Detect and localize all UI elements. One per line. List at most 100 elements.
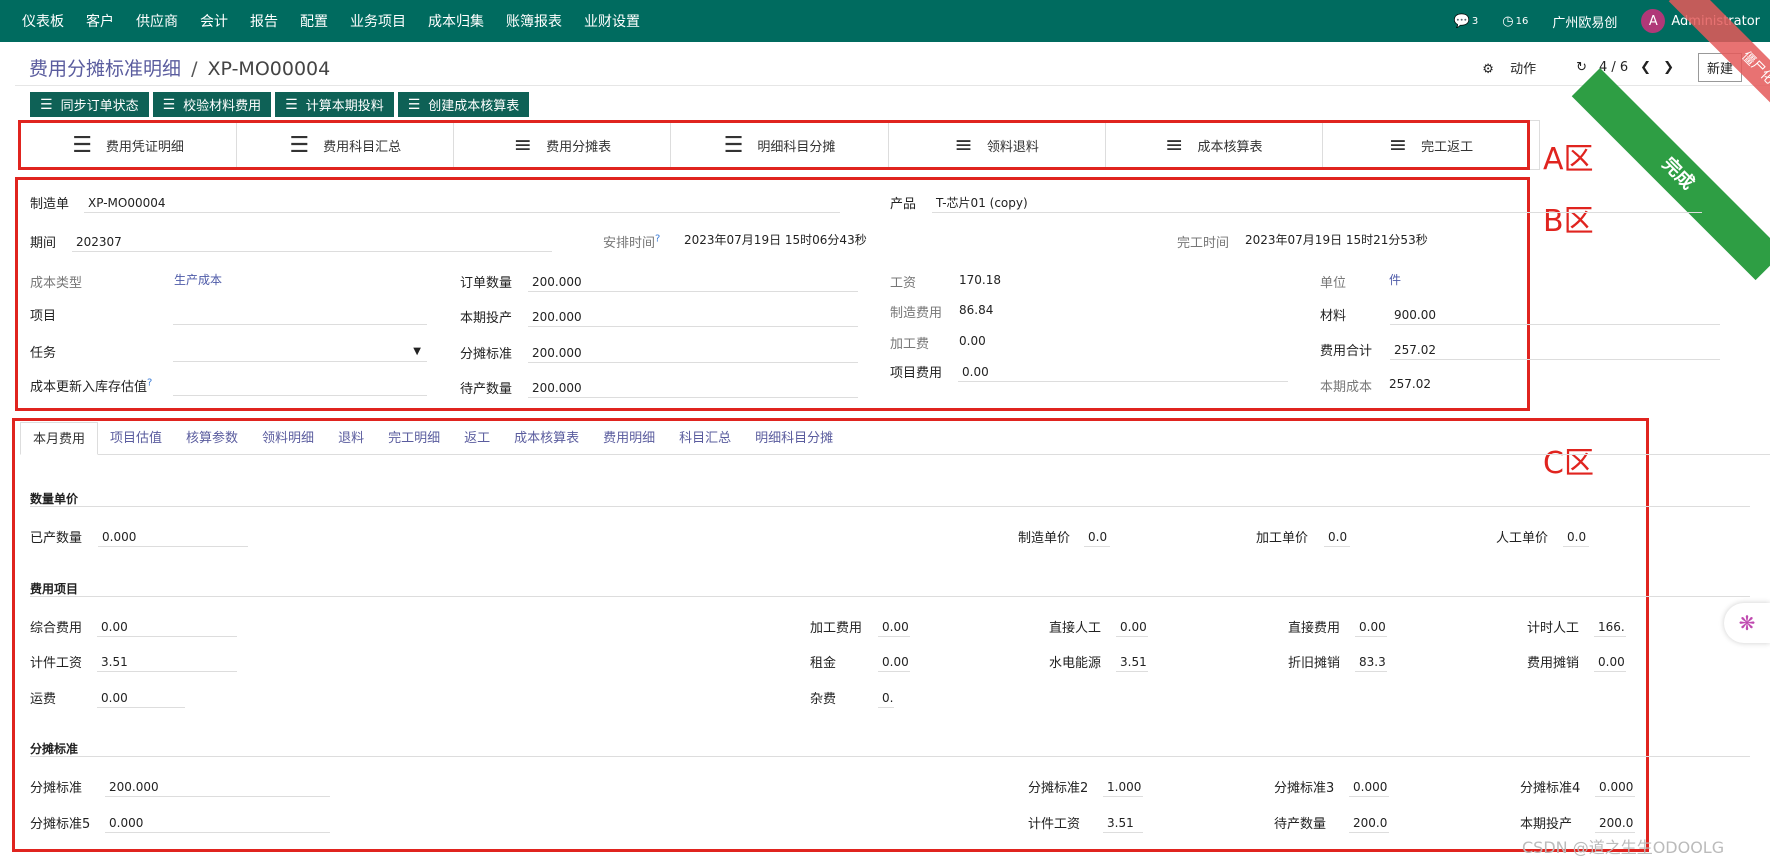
menu-item-config[interactable]: 配置 [300,11,328,31]
tab-accounting-params[interactable]: 核算参数 [174,422,250,455]
hourly-labor-field[interactable]: 166. [1594,617,1626,637]
fee-total-field[interactable]: 257.02 [1390,340,1720,360]
unit-label: 单位 [1320,276,1347,291]
tab-detail-allocation[interactable]: 明细科目分摊 [743,422,845,455]
wage-label: 工资 [890,276,917,291]
tab-material-detail[interactable]: 领料明细 [250,422,326,455]
tab-account-summary[interactable]: 科目汇总 [667,422,743,455]
refresh-icon[interactable]: ↻ [1576,60,1587,75]
hourly-labor-label: 计时人工 [1527,621,1580,636]
schedule-field: 2023年07月19日 15时06分43秒 [684,233,867,247]
pager-next-icon[interactable]: ❯ [1663,60,1674,75]
fee-amortization-field[interactable]: 0.00 [1594,652,1626,672]
material-field[interactable]: 900.00 [1390,305,1720,325]
direct-fee-label: 直接费用 [1288,621,1341,636]
list-icon: ☰ [162,96,176,113]
alloc-std2-field[interactable]: 1.000 [1103,777,1143,797]
freight-field[interactable]: 0.00 [97,688,185,708]
menu-item-ledger-reports[interactable]: 账簿报表 [506,11,562,31]
pending-qty-field[interactable]: 200.000 [528,378,858,398]
alloc-std3-label: 分摊标准3 [1274,781,1335,796]
tab-finish-detail[interactable]: 完工明细 [376,422,452,455]
qty-section-title: 数量单价 [30,492,79,506]
menu-item-customers[interactable]: 客户 [86,11,114,31]
composite-fee-field[interactable]: 0.00 [97,617,237,637]
depreciation-field[interactable]: 83.3 [1355,652,1387,672]
list-icon: ☰ [40,96,53,113]
alloc-piece-wage-field[interactable]: 3.51 [1103,813,1143,833]
schedule-label: 安排时间? [603,232,660,251]
process-price-label: 加工单价 [1256,531,1309,546]
sync-order-status-label: 同步订单状态 [60,99,139,114]
product-field[interactable]: T-芯片01 (copy) [932,193,1702,213]
alloc-std3-field[interactable]: 0.000 [1349,777,1389,797]
menu-item-suppliers[interactable]: 供应商 [136,11,178,31]
period-field[interactable]: 202307 [72,232,552,252]
compute-period-input-button[interactable]: ☰ 计算本期投料 [275,92,394,117]
action-menu-button[interactable]: ⚙ 动作 [1470,58,1536,77]
create-cost-sheet-button[interactable]: ☰ 创建成本核算表 [397,92,530,117]
mo-field[interactable]: XP-MO00004 [84,193,840,213]
direct-fee-field[interactable]: 0.00 [1355,617,1387,637]
menu-item-projects[interactable]: 业务项目 [350,11,406,31]
tab-rework[interactable]: 返工 [452,422,502,455]
breadcrumb-parent-link[interactable]: 费用分摊标准明细 [29,58,181,80]
task-select[interactable]: ▼ [173,342,427,362]
alloc-std4-field[interactable]: 0.000 [1595,777,1635,797]
tab-monthly-fee[interactable]: 本月费用 [20,422,99,455]
process-fee-item-field[interactable]: 0.00 [878,617,910,637]
alloc-std5-field[interactable]: 0.000 [105,813,330,833]
menu-item-dashboard[interactable]: 仪表板 [22,11,64,31]
direct-labor-field[interactable]: 0.00 [1116,617,1148,637]
mfg-fee-field: 86.84 [959,303,994,317]
assistant-button[interactable]: ❋ [1724,603,1770,643]
utility-field[interactable]: 3.51 [1116,652,1148,672]
misc-fee-field[interactable]: 0. [878,688,894,708]
pager-prev-icon[interactable]: ❮ [1640,60,1651,75]
create-cost-sheet-label: 创建成本核算表 [428,99,520,114]
piece-wage-field[interactable]: 3.51 [97,652,237,672]
produced-qty-field[interactable]: 0.000 [98,527,248,547]
order-qty-field[interactable]: 200.000 [528,272,858,292]
help-icon: ? [147,377,153,389]
tab-project-valuation[interactable]: 项目估值 [98,422,174,455]
top-navbar: 仪表板 客户 供应商 会计 报告 配置 业务项目 成本归集 账簿报表 业财设置 … [0,0,1770,42]
menu-item-accounting[interactable]: 会计 [200,11,228,31]
alloc-std-field[interactable]: 200.000 [528,343,858,363]
project-field[interactable] [173,305,427,325]
composite-fee-label: 综合费用 [30,621,83,636]
rent-field[interactable]: 0.00 [878,652,910,672]
tab-cost-sheet[interactable]: 成本核算表 [502,422,591,455]
tab-fee-detail[interactable]: 费用明细 [591,422,667,455]
tab-return[interactable]: 退料 [326,422,376,455]
alloc-pending-field[interactable]: 200.0 [1349,813,1389,833]
labor-price-field[interactable]: 0.0 [1563,527,1589,547]
alloc-period-input-field[interactable]: 200.0 [1595,813,1635,833]
watermark: CSDN @道之生生ODOOLG [1522,838,1725,857]
rent-label: 租金 [810,656,837,671]
alloc-std4-label: 分摊标准4 [1520,781,1581,796]
messages-button[interactable]: 💬 3 [1454,14,1479,29]
sync-order-status-button[interactable]: ☰ 同步订单状态 [30,92,149,117]
alloc-section-title: 分摊标准 [30,742,79,756]
project-fee-field[interactable]: 0.00 [958,362,1288,382]
menu-item-finance-settings[interactable]: 业财设置 [584,11,640,31]
direct-labor-label: 直接人工 [1049,621,1102,636]
control-panel: 费用分摊标准明细 / XP-MO00004 ⚙ 动作 ↻ 4 / 6 ❮ ❯ 新… [15,44,1770,86]
activities-button[interactable]: ◷ 16 [1502,14,1528,29]
period-input-field[interactable]: 200.000 [528,307,858,327]
company-switcher[interactable]: 广州欧易创 [1552,12,1617,31]
alloc-std1-field[interactable]: 200.000 [105,777,330,797]
update-valuation-field[interactable] [173,376,427,396]
unit-field[interactable]: 件 [1385,270,1445,290]
mfg-price-field[interactable]: 0.0 [1084,527,1110,547]
activities-count: 16 [1515,15,1529,27]
process-price-field[interactable]: 0.0 [1324,527,1350,547]
produced-qty-label: 已产数量 [30,531,83,546]
verify-material-cost-button[interactable]: ☰ 校验材料费用 [152,92,272,117]
zone-a-box [18,120,1530,170]
menu-item-reports[interactable]: 报告 [250,11,278,31]
notebook-tabs: 本月费用 项目估值 核算参数 领料明细 退料 完工明细 返工 成本核算表 费用明… [20,422,1770,455]
cost-type-field[interactable]: 生产成本 [170,270,370,290]
menu-item-cost-collection[interactable]: 成本归集 [428,11,484,31]
